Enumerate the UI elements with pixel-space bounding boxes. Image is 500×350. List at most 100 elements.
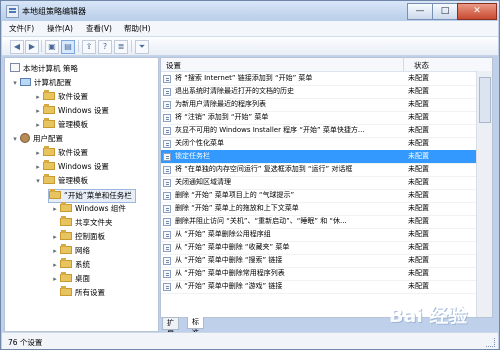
policy-row-selected[interactable]: 锁定任务栏 未配置 [161,150,476,164]
tab-extended[interactable]: 扩展 [162,317,179,338]
policy-row[interactable]: 关闭通知区域清理 未配置 [161,176,476,190]
toolbar: ◀ ▶ ▣ ▤ ⇪ ? ≣ ⏷ [2,37,498,56]
policy-row[interactable]: 将 “在单独的内存空间运行” 复选框添加到 “运行” 对话框 未配置 [161,163,476,177]
tree-root-local-computer-policy[interactable]: 本地计算机 策略 [10,63,78,75]
folder-icon [49,189,61,199]
title-bar[interactable]: 本地组策略编辑器 — □ ✕ [1,1,499,21]
expand-icon[interactable]: ▸ [50,273,60,285]
tree-item-user-config[interactable]: ▾ 用户配置 [10,133,63,145]
policy-row[interactable]: 从 “开始” 菜单中删除 “搜索” 链接 未配置 [161,254,476,268]
folder-icon [43,174,55,184]
folder-icon [60,272,72,282]
policy-row[interactable]: 删除并阻止访问 “关机”、“重新启动”、“睡眠” 和 “休... 未配置 [161,215,476,229]
main-window: 本地组策略编辑器 — □ ✕ 文件(F) 操作(A) 查看(V) 帮助(H) ◀… [0,0,500,350]
expand-icon[interactable]: ▸ [50,203,60,215]
tree-item-uc-software[interactable]: ▸ 软件设置 [33,146,88,159]
toolbar-separator [131,40,132,52]
policy-setting-icon [163,179,171,187]
policy-setting-icon [163,205,171,213]
column-divider[interactable] [403,58,404,71]
collapse-icon[interactable]: ▾ [33,175,43,187]
tree-item-uc-windows[interactable]: ▸ Windows 设置 [33,160,109,173]
window-title: 本地组策略编辑器 [22,7,86,16]
tree-item-desktop[interactable]: ▸ 桌面 [50,272,90,285]
tree-item-network[interactable]: ▸ 网络 [50,244,90,257]
tree-item-start-menu-taskbar[interactable]: “开始”菜单和任务栏 [48,189,136,203]
policy-setting-icon [163,114,171,122]
menu-file[interactable]: 文件(F) [9,23,34,34]
maximize-button[interactable]: □ [432,3,458,20]
expand-icon[interactable]: ▸ [33,91,43,103]
policy-setting-icon [163,192,171,200]
policy-row[interactable]: 从 “开始” 菜单中删除 “收藏夹” 菜单 未配置 [161,241,476,255]
toolbar-separator [78,40,79,52]
tree-item-cc-windows[interactable]: ▸ Windows 设置 [33,104,109,117]
forward-arrow-icon[interactable]: ▶ [25,40,39,54]
tab-standard[interactable]: 标准 [187,317,204,337]
minimize-button[interactable]: — [407,3,433,20]
tree-item-windows-components[interactable]: ▸ Windows 组件 [50,202,126,215]
menu-bar: 文件(F) 操作(A) 查看(V) 帮助(H) [2,21,498,37]
close-button[interactable]: ✕ [457,3,497,20]
tree-item-system[interactable]: ▸ 系统 [50,258,90,271]
expand-icon[interactable]: ▸ [33,119,43,131]
show-hide-tree-icon[interactable]: ▤ [61,40,75,54]
policy-row[interactable]: 将 “搜索 Internet” 链接添加到 “开始” 菜单 未配置 [161,72,476,86]
policy-setting-icon [163,270,171,278]
policy-row[interactable]: 删除 “开始” 菜单项目上的 “气球提示” 未配置 [161,189,476,203]
toolbar-separator [41,40,42,52]
tree-item-control-panel[interactable]: ▸ 控制面板 [50,230,105,243]
policy-row[interactable]: 关闭个性化菜单 未配置 [161,137,476,151]
policy-editor-app-icon [6,5,19,18]
expand-icon[interactable]: ▸ [50,231,60,243]
help-icon[interactable]: ? [98,40,112,54]
tree-item-shared-folders[interactable]: 共享文件夹 [60,216,113,229]
tree-item-cc-admin[interactable]: ▸ 管理模板 [33,118,88,131]
policy-tree-pane[interactable]: 本地计算机 策略 ▾ 计算机配置 ▸ 软件设置 ▸ Windows 设置 ▸ 管理模板 … [4,57,159,332]
expand-icon[interactable]: ▸ [33,161,43,173]
tree-item-uc-admin[interactable]: ▾ 管理模板 [33,174,88,187]
policy-setting-icon [163,166,171,174]
folder-icon [60,286,72,296]
computer-icon [20,78,31,86]
policy-row[interactable]: 删除 “开始” 菜单上的拖放和上下文菜单 未配置 [161,202,476,216]
folder-icon [43,90,55,100]
tree-item-all-settings[interactable]: 所有设置 [60,286,105,299]
policy-row[interactable]: 从 “开始” 菜单中删除 “游戏” 链接 未配置 [161,280,476,294]
menu-view[interactable]: 查看(V) [86,23,112,34]
folder-icon [43,146,55,156]
menu-help[interactable]: 帮助(H) [124,23,151,34]
filter-icon[interactable]: ⏷ [135,40,149,54]
policy-setting-icon [163,231,171,239]
policy-row[interactable]: 为新用户清除最近的程序列表 未配置 [161,98,476,112]
folder-up-icon[interactable]: ▣ [45,40,59,54]
policy-row[interactable]: 从 “开始” 菜单中删除常用程序列表 未配置 [161,267,476,281]
export-list-icon[interactable]: ⇪ [82,40,96,54]
policy-setting-icon [163,127,171,135]
expand-icon[interactable]: ▸ [33,147,43,159]
column-header-state[interactable]: 状态 [414,60,429,71]
folder-icon [43,104,55,114]
policy-row[interactable]: 灰显不可用的 Windows Installer 程序 “开始” 菜单快捷方..… [161,124,476,138]
policy-row[interactable]: 将 “注销” 添加到 “开始” 菜单 未配置 [161,111,476,125]
user-icon [20,133,30,143]
policy-row[interactable]: 从 “开始” 菜单删除公用程序组 未配置 [161,228,476,242]
policy-row[interactable]: 退出系统时清除最近打开的文档的历史 未配置 [161,85,476,99]
expand-icon[interactable]: ▸ [50,245,60,257]
properties-icon[interactable]: ≣ [114,40,128,54]
folder-icon [60,216,72,226]
menu-action[interactable]: 操作(A) [47,23,73,34]
settings-list-pane[interactable]: 设置 状态 将 “搜索 Internet” 链接添加到 “开始” 菜单 未配置 退… [160,57,493,318]
expand-icon[interactable]: ▸ [50,259,60,271]
policy-setting-icon [163,153,171,161]
column-header-setting[interactable]: 设置 [166,60,181,71]
tree-item-computer-config[interactable]: ▾ 计算机配置 [10,77,72,89]
scrollbar-thumb[interactable] [479,77,491,123]
collapse-icon[interactable]: ▾ [10,133,20,145]
back-arrow-icon[interactable]: ◀ [10,40,24,54]
collapse-icon[interactable]: ▾ [10,77,20,89]
policy-setting-icon [163,218,171,226]
expand-icon[interactable]: ▸ [33,105,43,117]
tree-item-cc-software[interactable]: ▸ 软件设置 [33,90,88,103]
vertical-scrollbar[interactable] [476,71,492,317]
